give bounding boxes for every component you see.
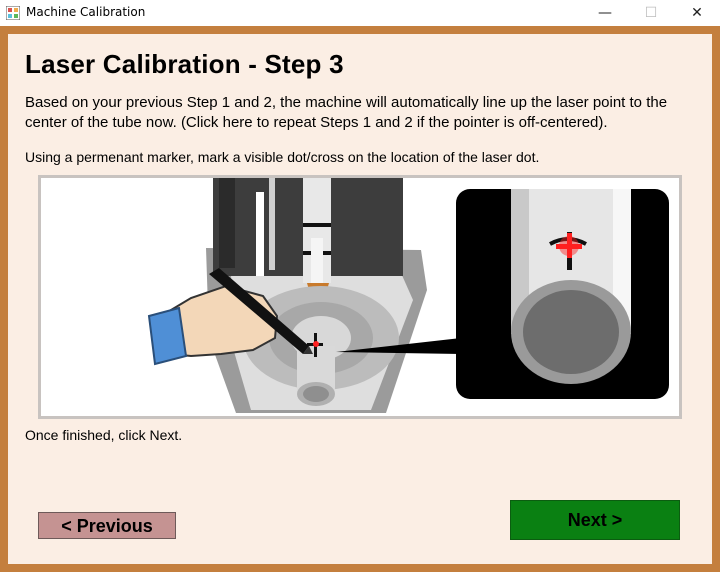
window-title: Machine Calibration	[26, 5, 146, 19]
maximize-button[interactable]: ☐	[628, 0, 674, 26]
title-bar: Machine Calibration — ☐ ✕	[0, 0, 720, 26]
finish-note: Once finished, click Next.	[25, 427, 183, 443]
close-button[interactable]: ✕	[674, 0, 720, 26]
illustration-svg: click	[147, 178, 669, 413]
next-button[interactable]: Next >	[510, 500, 680, 540]
close-icon: ✕	[691, 5, 703, 21]
marker-instruction: Using a permenant marker, mark a visible…	[25, 149, 540, 165]
instruction-text-link[interactable]: Based on your previous Step 1 and 2, the…	[25, 93, 695, 133]
laser-dot	[313, 341, 319, 347]
sleeve-illustration	[147, 306, 188, 366]
calibration-illustration: click	[38, 175, 682, 419]
page-title: Laser Calibration - Step 3	[25, 49, 344, 79]
previous-button[interactable]: < Previous	[38, 512, 176, 539]
dialog-body: Laser Calibration - Step 3 Based on your…	[8, 34, 712, 564]
minimize-icon: —	[598, 5, 612, 21]
minimize-button[interactable]: —	[582, 0, 628, 26]
overlay-text: click	[411, 227, 439, 243]
app-icon	[6, 6, 20, 20]
maximize-icon: ☐	[644, 5, 658, 21]
